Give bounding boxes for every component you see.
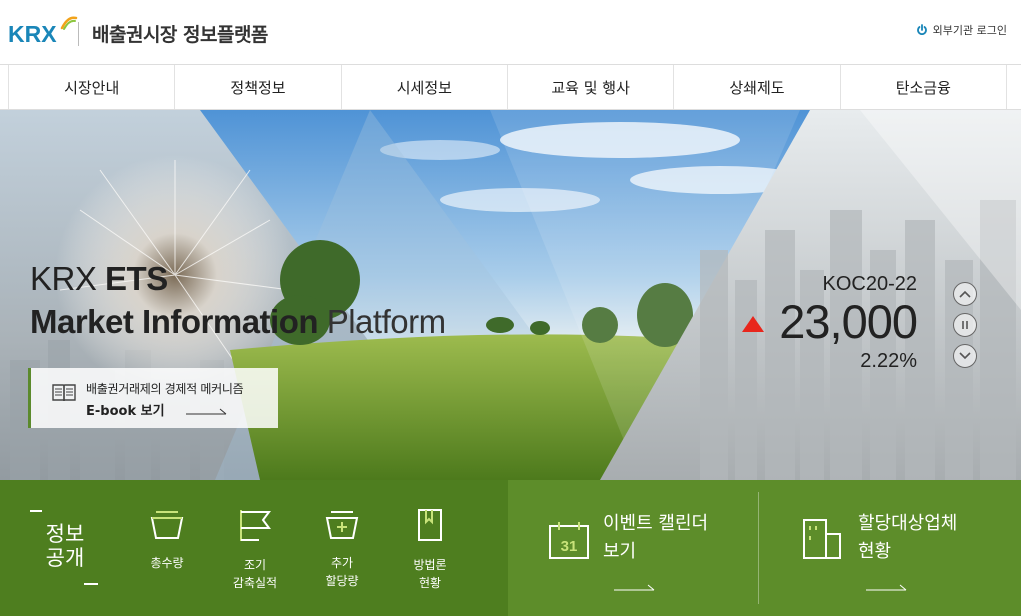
arrow-right-icon bbox=[866, 584, 907, 591]
logo-separator bbox=[78, 22, 79, 46]
nav-item-carbon-finance[interactable]: 탄소금융 bbox=[839, 65, 1007, 109]
arrow-right-icon bbox=[186, 408, 227, 415]
building-icon bbox=[803, 519, 841, 559]
nav-item-policy-info[interactable]: 정책정보 bbox=[174, 65, 340, 109]
info-disclosure-panel: 정보 공개 총수량 조기 감축실적 추가 할당량 방법론 현황 bbox=[0, 480, 508, 616]
flag-icon bbox=[240, 510, 271, 541]
login-label: 외부기관 로그인 bbox=[932, 24, 1007, 37]
ticker-pause-button[interactable] bbox=[953, 313, 977, 337]
ebook-title: E-book 보기 bbox=[86, 404, 165, 419]
calendar-day-text: 31 bbox=[561, 538, 578, 555]
chevron-down-icon bbox=[959, 352, 971, 360]
hero-title-market-info: Market Information bbox=[30, 303, 319, 340]
ticker-name: KOC20-22 bbox=[822, 273, 918, 295]
external-login-link[interactable]: 외부기관 로그인 bbox=[916, 22, 1007, 38]
nav-item-price-info[interactable]: 시세정보 bbox=[340, 65, 507, 109]
decor-dash bbox=[30, 510, 42, 512]
hero-banner: KRX ETS Market Information Platform 배출권거… bbox=[0, 110, 1021, 480]
krx-logo[interactable]: KRX bbox=[8, 16, 78, 48]
ticker-prev-button[interactable] bbox=[953, 282, 977, 306]
book-icon bbox=[52, 384, 76, 402]
header: KRX 배출권시장 정보플랫폼 외부기관 로그인 bbox=[0, 0, 1021, 64]
event-calendar-line1: 이벤트 캘린더 bbox=[603, 513, 709, 534]
allocated-companies-line2: 현황 bbox=[858, 541, 892, 562]
site-title: 배출권시장 정보플랫폼 bbox=[92, 24, 268, 46]
ticker-next-button[interactable] bbox=[953, 344, 977, 368]
ebook-subtitle: 배출권거래제의 경제적 메커니즘 bbox=[86, 382, 244, 396]
quick-menu-bar: 정보 공개 총수량 조기 감축실적 추가 할당량 방법론 현황 31 이벤트 캘… bbox=[0, 480, 1021, 616]
quick-link-label: 추가 할당량 bbox=[325, 556, 359, 588]
basket-plus-icon bbox=[325, 511, 359, 539]
hero-title-ets: ETS bbox=[105, 260, 168, 297]
decor-dash bbox=[84, 583, 98, 585]
power-icon bbox=[916, 24, 927, 36]
event-calendar-line2: 보기 bbox=[603, 541, 637, 562]
bookmark-icon bbox=[418, 509, 442, 541]
allocated-companies-line1: 할당대상업체 bbox=[858, 513, 958, 534]
nav-item-education-events[interactable]: 교육 및 행사 bbox=[506, 65, 673, 109]
nav-item-offset-system[interactable]: 상쇄제도 bbox=[673, 65, 839, 109]
nav-item-market-guide[interactable]: 시장안내 bbox=[8, 65, 174, 109]
calendar-icon: 31 bbox=[549, 522, 589, 559]
ticker-price: 23,000 bbox=[779, 295, 918, 348]
basket-icon bbox=[150, 511, 184, 539]
arrow-right-icon bbox=[614, 584, 655, 591]
quick-link-label: 방법론 현황 bbox=[413, 558, 447, 590]
quick-link-label: 총수량 bbox=[150, 556, 184, 570]
ticker-change-pct: 2.22% bbox=[860, 350, 917, 372]
quick-link-additional-allocation[interactable]: 추가 할당량 bbox=[307, 508, 377, 590]
logo-swoosh-icon bbox=[60, 16, 78, 30]
feature-divider bbox=[758, 492, 759, 604]
ebook-link[interactable]: 배출권거래제의 경제적 메커니즘 E-book 보기 bbox=[28, 368, 278, 428]
pause-icon bbox=[962, 321, 968, 329]
quick-link-label: 조기 감축실적 bbox=[232, 558, 278, 590]
main-nav: 시장안내 정책정보 시세정보 교육 및 행사 상쇄제도 탄소금융 bbox=[0, 64, 1021, 110]
hero-title-line2: Market Information Platform bbox=[30, 303, 446, 341]
logo-text: KRX bbox=[8, 20, 57, 47]
quick-link-early-reduction[interactable]: 조기 감축실적 bbox=[220, 508, 290, 592]
hero-title-platform: Platform bbox=[318, 303, 446, 340]
hero-title-line1: KRX ETS bbox=[30, 260, 168, 298]
quick-link-methodology-status[interactable]: 방법론 현황 bbox=[395, 508, 465, 592]
info-disclosure-title: 정보 공개 bbox=[40, 522, 90, 570]
price-up-icon bbox=[742, 316, 764, 332]
chevron-up-icon bbox=[959, 290, 971, 298]
quick-link-total-quantity[interactable]: 총수량 bbox=[132, 508, 202, 572]
info-title-line: 정보 공개 bbox=[45, 522, 85, 570]
hero-title-krx: KRX bbox=[30, 260, 106, 297]
